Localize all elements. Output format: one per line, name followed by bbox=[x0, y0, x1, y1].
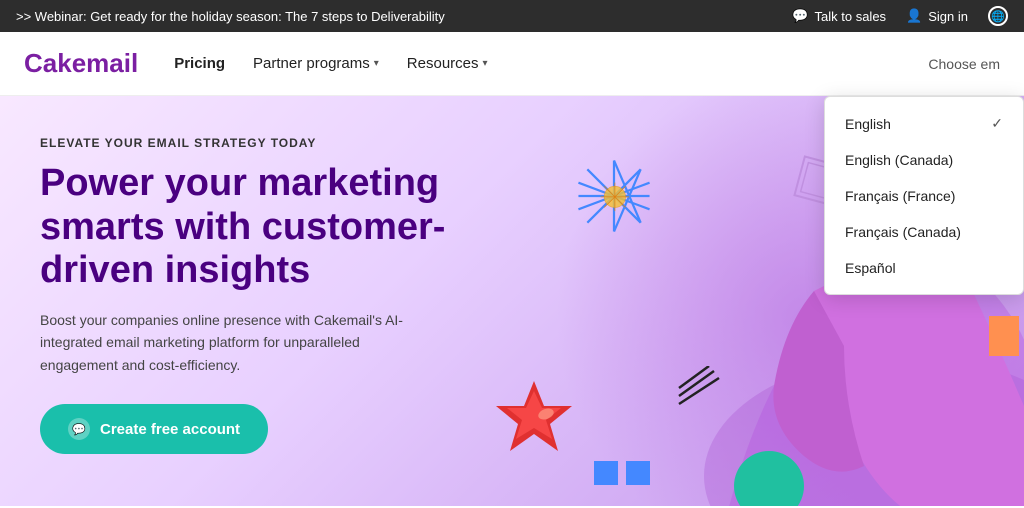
lang-option-french-canada[interactable]: Français (Canada) bbox=[825, 214, 1023, 250]
nav-resources[interactable]: Resources ▾ bbox=[407, 55, 488, 72]
hero-title: Power your marketing smarts with custome… bbox=[40, 162, 500, 293]
announcement-bar: >> Webinar: Get ready for the holiday se… bbox=[0, 0, 1024, 32]
person-icon: 👤 bbox=[906, 8, 922, 24]
lang-option-espanol[interactable]: Español bbox=[825, 250, 1023, 286]
check-icon: ✓ bbox=[991, 115, 1003, 132]
chat-icon: 💬 bbox=[792, 8, 808, 24]
lang-option-english[interactable]: English ✓ bbox=[825, 105, 1023, 142]
nav-partner-programs[interactable]: Partner programs ▾ bbox=[253, 55, 379, 72]
star-blue-icon bbox=[574, 156, 654, 236]
star-red-icon bbox=[494, 376, 574, 456]
chevron-down-icon: ▾ bbox=[374, 58, 379, 69]
teal-circle-icon bbox=[734, 451, 804, 506]
talk-to-sales-button[interactable]: 💬 Talk to sales bbox=[792, 8, 886, 24]
logo[interactable]: Cakemail bbox=[24, 48, 138, 79]
nav-right: Choose em bbox=[928, 56, 1000, 72]
choose-language-button[interactable]: Choose em bbox=[928, 56, 1000, 72]
blue-squares-icon bbox=[594, 461, 654, 491]
hero-description: Boost your companies online presence wit… bbox=[40, 309, 420, 376]
hero-content: ELEVATE YOUR EMAIL STRATEGY TODAY Power … bbox=[40, 136, 500, 454]
orange-square-icon bbox=[989, 306, 1024, 366]
chat-bubble-icon: 💬 bbox=[68, 418, 90, 440]
create-account-button[interactable]: 💬 Create free account bbox=[40, 404, 268, 454]
hero-eyebrow: ELEVATE YOUR EMAIL STRATEGY TODAY bbox=[40, 136, 500, 150]
sign-in-button[interactable]: 👤 Sign in bbox=[906, 8, 968, 24]
lang-option-english-canada[interactable]: English (Canada) bbox=[825, 142, 1023, 178]
globe-icon[interactable]: 🌐 bbox=[988, 6, 1008, 26]
announcement-right: 💬 Talk to sales 👤 Sign in 🌐 bbox=[792, 6, 1008, 26]
announcement-text[interactable]: >> Webinar: Get ready for the holiday se… bbox=[16, 9, 445, 24]
nav-pricing[interactable]: Pricing bbox=[174, 55, 225, 72]
arrow-lines-icon bbox=[674, 366, 724, 406]
lang-option-french-france[interactable]: Français (France) bbox=[825, 178, 1023, 214]
navbar: Cakemail Pricing Partner programs ▾ Reso… bbox=[0, 32, 1024, 96]
chevron-down-icon: ▾ bbox=[483, 58, 488, 69]
nav-links: Pricing Partner programs ▾ Resources ▾ bbox=[174, 55, 928, 72]
language-dropdown: English ✓ English (Canada) Français (Fra… bbox=[824, 96, 1024, 295]
